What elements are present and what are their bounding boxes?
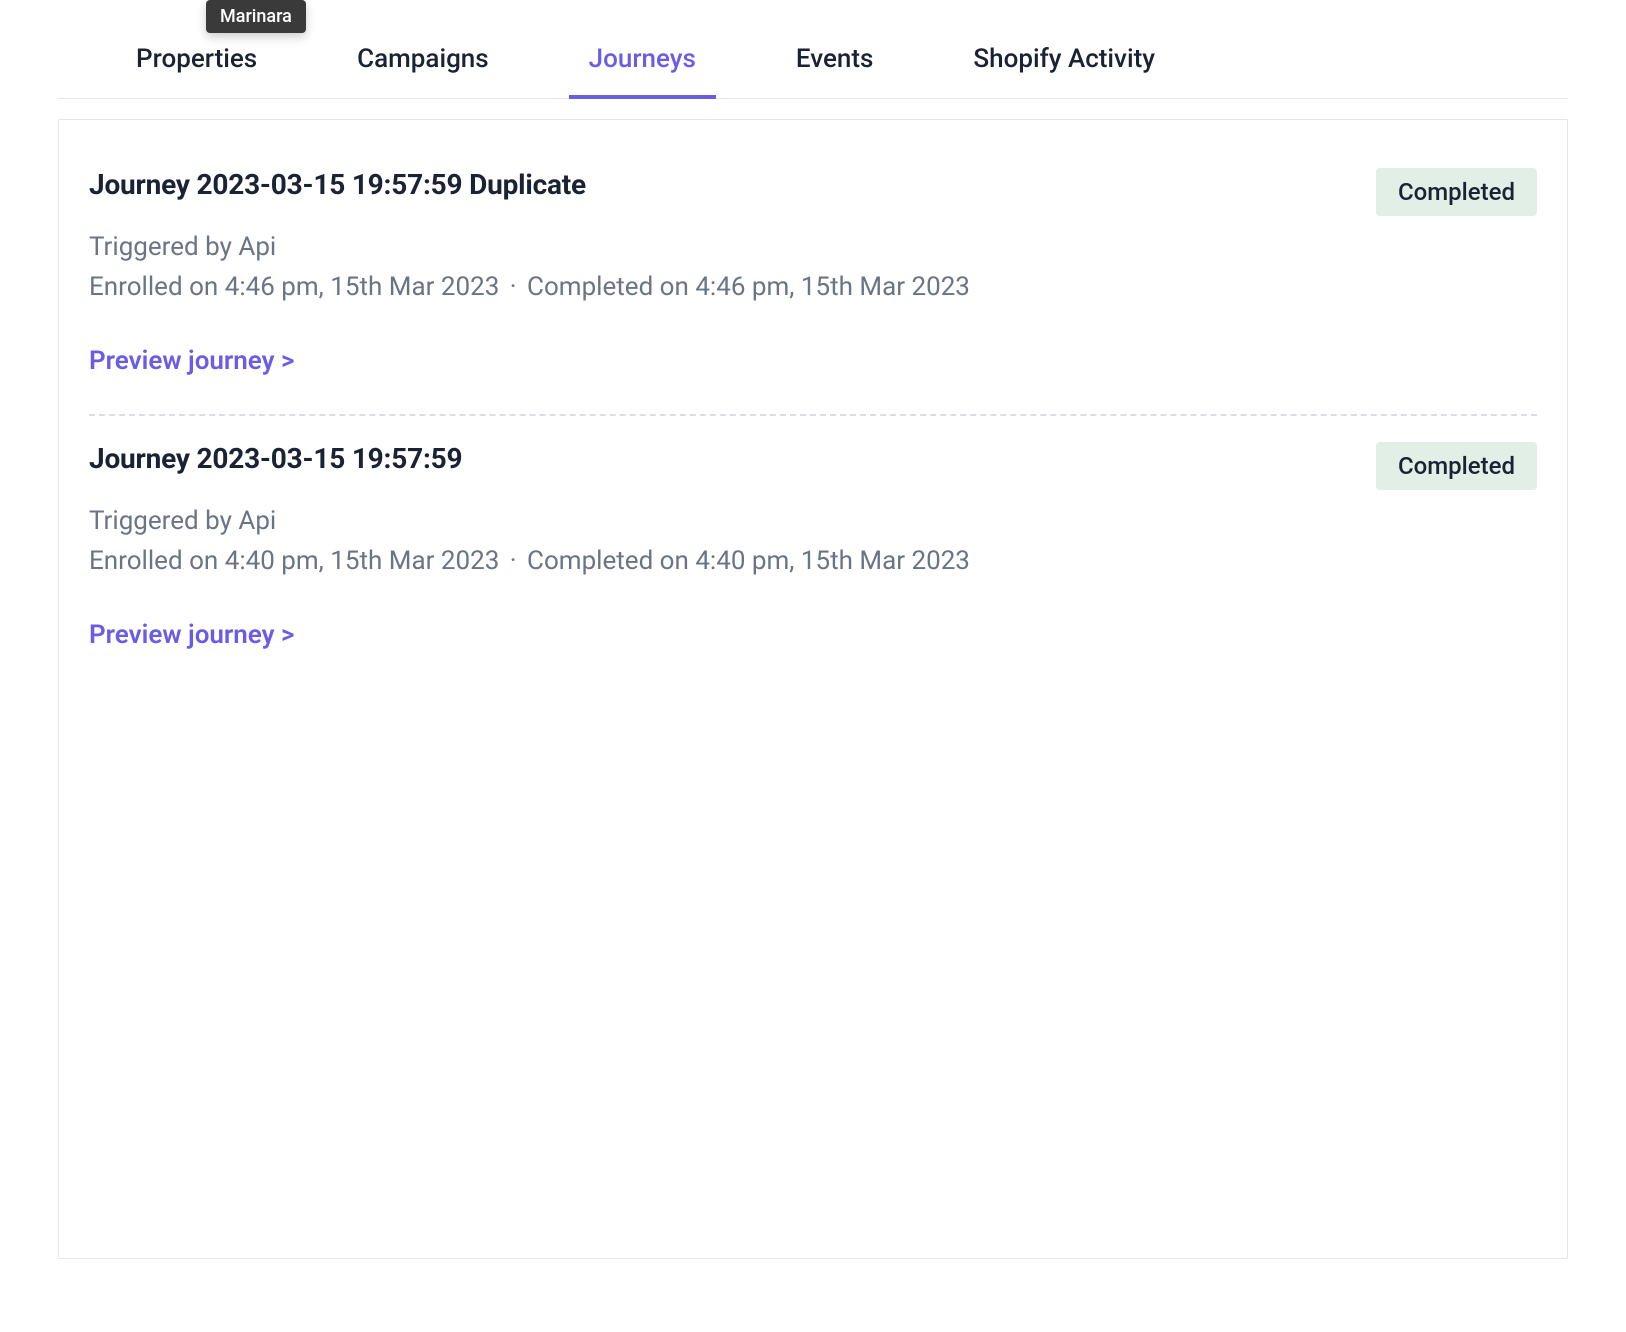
journey-header: Journey 2023-03-15 19:57:59 Completed <box>89 442 1537 490</box>
tab-journeys[interactable]: Journeys <box>569 28 716 98</box>
page-wrapper: Properties Campaigns Journeys Events Sho… <box>0 0 1626 1299</box>
tab-events[interactable]: Events <box>776 28 894 98</box>
status-badge: Completed <box>1376 442 1537 490</box>
journey-enrolled: Enrolled on 4:46 pm, 15th Mar 2023 <box>89 272 499 302</box>
preview-journey-link[interactable]: Preview journey > <box>89 346 294 376</box>
journey-trigger: Triggered by Api <box>89 506 1537 536</box>
journey-title: Journey 2023-03-15 19:57:59 <box>89 442 462 475</box>
divider <box>89 414 1537 416</box>
status-badge: Completed <box>1376 168 1537 216</box>
tab-campaigns[interactable]: Campaigns <box>337 28 509 98</box>
separator-dot: · <box>506 546 521 576</box>
journey-enrolled: Enrolled on 4:40 pm, 15th Mar 2023 <box>89 546 499 576</box>
journey-meta: Enrolled on 4:40 pm, 15th Mar 2023 · Com… <box>89 546 1537 576</box>
journey-completed: Completed on 4:46 pm, 15th Mar 2023 <box>527 272 970 302</box>
journey-item: Journey 2023-03-15 19:57:59 Completed Tr… <box>89 422 1537 676</box>
tab-shopify-activity[interactable]: Shopify Activity <box>953 28 1175 98</box>
tooltip-badge: Marinara <box>206 0 306 33</box>
separator-dot: · <box>506 272 521 302</box>
journey-header: Journey 2023-03-15 19:57:59 Duplicate Co… <box>89 168 1537 216</box>
journey-item: Journey 2023-03-15 19:57:59 Duplicate Co… <box>89 148 1537 402</box>
tab-properties[interactable]: Properties <box>116 28 277 98</box>
journey-trigger: Triggered by Api <box>89 232 1537 262</box>
journey-meta: Enrolled on 4:46 pm, 15th Mar 2023 · Com… <box>89 272 1537 302</box>
journey-title: Journey 2023-03-15 19:57:59 Duplicate <box>89 168 586 201</box>
journey-completed: Completed on 4:40 pm, 15th Mar 2023 <box>527 546 970 576</box>
journeys-card: Journey 2023-03-15 19:57:59 Duplicate Co… <box>58 119 1568 1259</box>
preview-journey-link[interactable]: Preview journey > <box>89 620 294 650</box>
